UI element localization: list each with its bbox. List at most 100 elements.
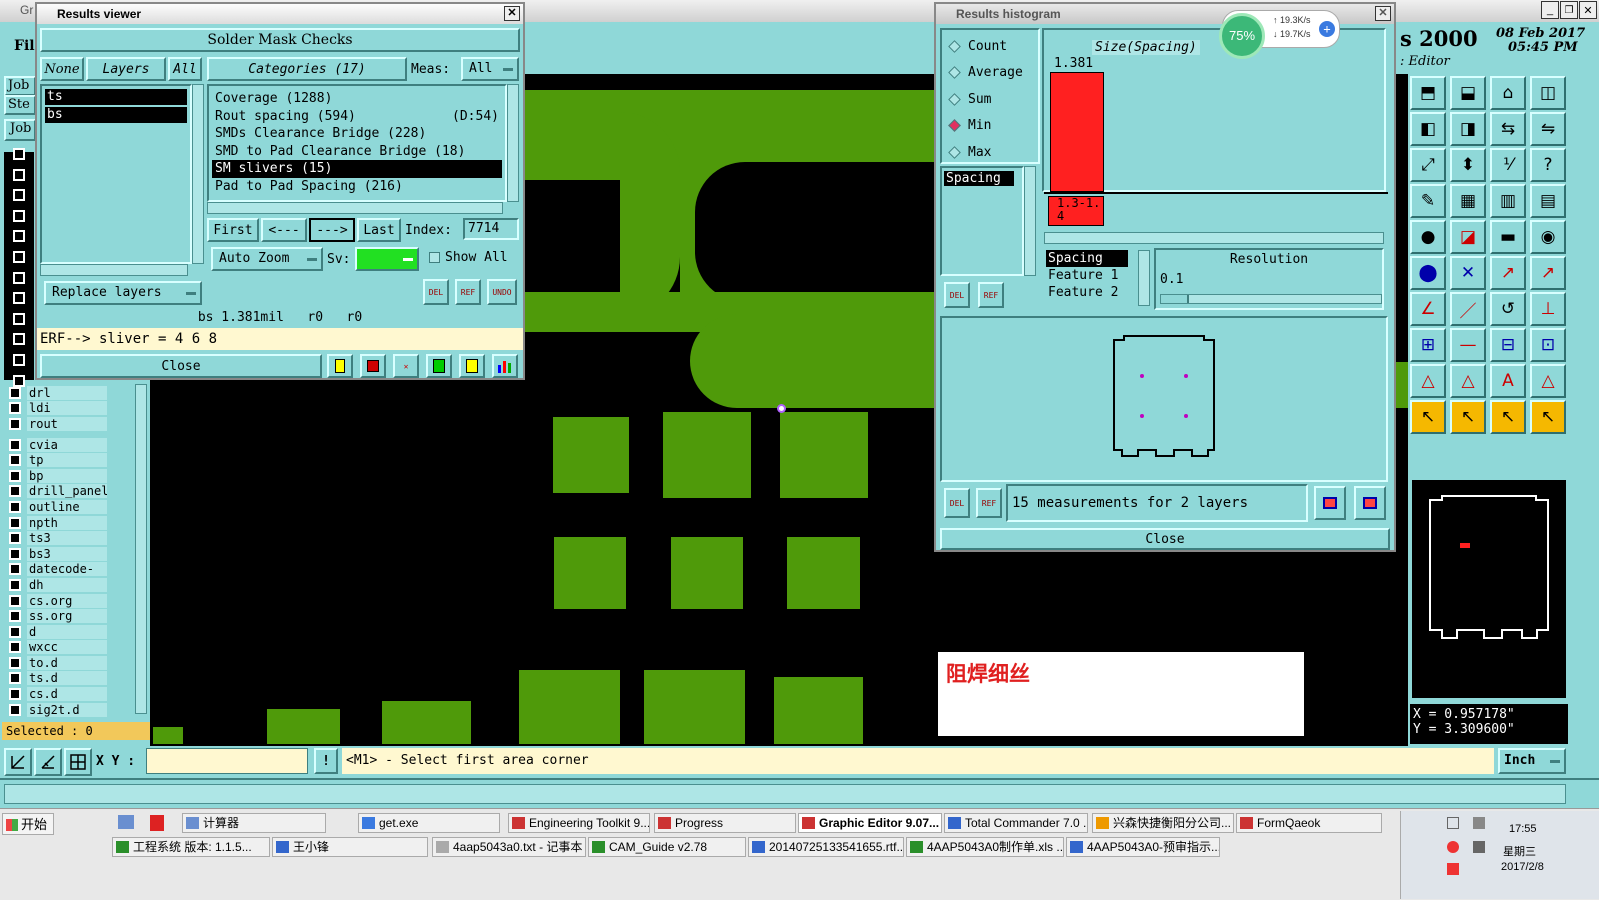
spacing-list-item[interactable]: Spacing: [944, 171, 1014, 186]
layer-row[interactable]: bp: [4, 468, 124, 484]
layer-checkbox[interactable]: [9, 641, 21, 654]
tool-button[interactable]: △: [1450, 364, 1486, 398]
layer-checkbox[interactable]: [9, 703, 21, 716]
categories-hscroll[interactable]: [207, 202, 503, 214]
taskbar-item[interactable]: Progress: [654, 813, 796, 833]
auto-zoom-dropdown[interactable]: Auto Zoom: [211, 247, 323, 271]
show-all-checkbox[interactable]: [429, 252, 440, 263]
layer-checkbox[interactable]: [13, 374, 25, 387]
categories-listbox[interactable]: Coverage (1288) Rout spacing (594) (D:54) S…: [207, 84, 507, 202]
tool-button[interactable]: ↖: [1450, 400, 1486, 434]
category-item[interactable]: Coverage (1288): [212, 90, 502, 108]
start-button[interactable]: 开始: [2, 813, 54, 835]
category-item[interactable]: Pad to Pad Spacing (216): [212, 178, 502, 196]
taskbar-item[interactable]: Graphic Editor 9.07...: [798, 813, 942, 833]
tool-button[interactable]: ↗: [1530, 256, 1566, 290]
tool-button[interactable]: ⬒: [1410, 76, 1446, 110]
tool-button[interactable]: ↗: [1490, 256, 1526, 290]
replace-layers-dropdown[interactable]: Replace layers: [44, 281, 202, 305]
category-item[interactable]: Rout spacing (594) (D:54): [212, 108, 502, 126]
layer-name[interactable]: ts3: [27, 531, 107, 546]
ref-icon[interactable]: REF: [455, 279, 481, 305]
hist-ref-icon[interactable]: REF: [978, 282, 1004, 308]
tool-button[interactable]: ⇆: [1490, 112, 1526, 146]
restore-button[interactable]: ❐: [1560, 1, 1578, 19]
layer-checkbox[interactable]: [13, 168, 25, 181]
layer-checkbox[interactable]: [13, 209, 25, 222]
layer-checkbox[interactable]: [9, 500, 21, 513]
tool-button[interactable]: ▦: [1450, 184, 1486, 218]
measure-icon[interactable]: [34, 748, 62, 776]
tool-button[interactable]: ◪: [1450, 220, 1486, 254]
layer-checkbox[interactable]: [13, 230, 25, 243]
stat-radio[interactable]: Max: [946, 139, 1034, 166]
taskbar-item[interactable]: Engineering Toolkit 9....: [508, 813, 650, 833]
layer-checkbox[interactable]: [13, 271, 25, 284]
layers-vscroll[interactable]: [192, 84, 204, 264]
clock-time[interactable]: 17:55: [1509, 823, 1537, 835]
results-viewer-close-x[interactable]: ✕: [504, 6, 520, 21]
tool-button[interactable]: ↖: [1410, 400, 1446, 434]
layer-name[interactable]: dh: [27, 577, 107, 592]
tool-button[interactable]: ⇋: [1530, 112, 1566, 146]
tool-button[interactable]: ⊡: [1530, 328, 1566, 362]
tray-icon[interactable]: [1447, 863, 1459, 875]
taskbar-item[interactable]: 计算器: [182, 813, 326, 833]
layer-row[interactable]: ts3: [4, 530, 124, 546]
layer-checkbox[interactable]: [9, 625, 21, 638]
layer-checkbox[interactable]: [9, 610, 21, 623]
taskbar-item[interactable]: Total Commander 7.0 ...: [944, 813, 1088, 833]
hist-ref-icon-2[interactable]: REF: [976, 488, 1002, 518]
tool-button[interactable]: ⬤: [1410, 256, 1446, 290]
results-viewer-titlebar[interactable]: Results viewer ✕: [37, 4, 523, 24]
report-icon[interactable]: [360, 354, 386, 378]
layer-row[interactable]: to.d: [4, 655, 124, 671]
layer-scrollbar[interactable]: [135, 384, 147, 714]
tool-button[interactable]: ⊥: [1530, 292, 1566, 326]
units-dropdown[interactable]: Inch: [1498, 748, 1566, 774]
layer-row[interactable]: rout: [4, 416, 124, 432]
tool-button[interactable]: △: [1410, 364, 1446, 398]
tool-button[interactable]: ◫: [1530, 76, 1566, 110]
layer-name[interactable]: bp: [27, 468, 107, 483]
close-button[interactable]: Close: [40, 354, 322, 378]
category-item[interactable]: SM slivers (15): [212, 160, 502, 178]
histogram-icon[interactable]: [492, 354, 518, 378]
tool-button[interactable]: ✕: [1450, 256, 1486, 290]
tool-button[interactable]: △: [1530, 364, 1566, 398]
layer-name[interactable]: npth: [27, 515, 107, 530]
list-icon[interactable]: [459, 354, 485, 378]
taskbar-item[interactable]: 工程系统 版本: 1.1.5...: [112, 837, 270, 857]
layer-checkbox[interactable]: [9, 594, 21, 607]
tool-button[interactable]: ▤: [1530, 184, 1566, 218]
layer-name[interactable]: ts.d: [27, 671, 107, 686]
layer-row[interactable]: wxcc: [4, 640, 124, 656]
layer-name[interactable]: rout: [27, 416, 107, 431]
stat-radio[interactable]: Min: [946, 113, 1034, 140]
category-item[interactable]: SMD to Pad Clearance Bridge (18): [212, 143, 502, 161]
layer-checkbox[interactable]: [13, 312, 25, 325]
layer-name[interactable]: cvia: [27, 437, 107, 452]
layer-name[interactable]: d: [27, 624, 107, 639]
stat-radio[interactable]: Count: [946, 33, 1034, 60]
layer-row[interactable]: cvia: [4, 437, 124, 453]
taskbar-item[interactable]: 20140725133541655.rtf...: [748, 837, 904, 857]
layer-checkbox[interactable]: [9, 402, 21, 415]
spacing-listbox[interactable]: Spacing: [940, 166, 1024, 276]
layer-name[interactable]: ldi: [27, 401, 107, 416]
layer-name[interactable]: cs.org: [27, 593, 107, 608]
layer-name[interactable]: sig2t.d: [27, 702, 107, 717]
volume-icon[interactable]: [1473, 841, 1485, 853]
layer-row[interactable]: sig2t.d: [4, 702, 124, 718]
taskbar-item[interactable]: 兴森快捷衡阳分公司...: [1092, 813, 1234, 833]
job-button-2[interactable]: Job: [4, 119, 36, 141]
grid-icon[interactable]: [64, 748, 92, 776]
categories-vscroll[interactable]: [507, 84, 519, 202]
histogram-hscroll[interactable]: [1044, 232, 1384, 244]
tool-button[interactable]: ↺: [1490, 292, 1526, 326]
layer-row[interactable]: bs3: [4, 546, 124, 562]
layer-checkbox[interactable]: [9, 485, 21, 498]
layer-checkbox[interactable]: [13, 333, 25, 346]
index-input[interactable]: 7714: [463, 218, 519, 240]
tool-button[interactable]: ●: [1410, 220, 1446, 254]
